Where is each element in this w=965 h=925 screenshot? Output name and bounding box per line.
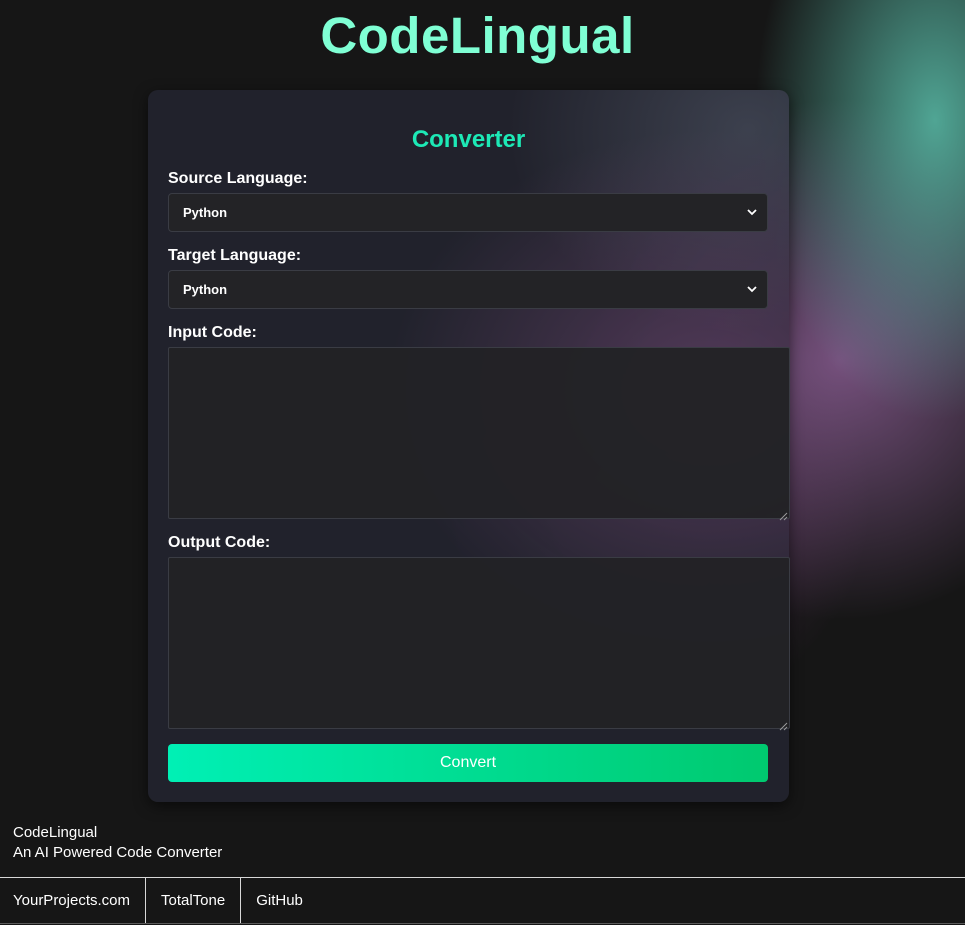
target-language-value: Python [183, 282, 228, 297]
resize-grip-icon[interactable] [779, 508, 788, 521]
footer-bottom-divider [0, 923, 965, 924]
input-code-label: Input Code: [168, 324, 257, 341]
target-language-label: Target Language: [168, 247, 302, 264]
source-language-select[interactable]: Python [168, 193, 768, 232]
chevron-down-icon [747, 208, 757, 218]
footer-nav: YourProjects.com TotalTone GitHub [0, 878, 318, 923]
source-language-value: Python [183, 205, 228, 220]
output-code-textarea[interactable] [168, 557, 790, 731]
footer-link-yourprojects[interactable]: YourProjects.com [0, 878, 146, 923]
footer-link-github[interactable]: GitHub [241, 878, 318, 923]
output-code-label: Output Code: [168, 534, 271, 551]
footer-tagline: An AI Powered Code Converter [13, 844, 223, 861]
footer-link-totaltone[interactable]: TotalTone [146, 878, 242, 923]
converter-card: Converter Source Language: Python Target… [148, 90, 790, 802]
app-title: CodeLingual [320, 7, 635, 64]
convert-button[interactable]: Convert [168, 744, 768, 782]
footer-brand: CodeLingual An AI Powered Code Converter [13, 823, 222, 863]
chevron-down-icon [747, 285, 757, 295]
footer-brand-name: CodeLingual [13, 824, 98, 841]
input-code-textarea[interactable] [168, 347, 790, 521]
converter-title: Converter [411, 126, 526, 153]
target-language-select[interactable]: Python [168, 270, 768, 309]
resize-grip-icon[interactable] [779, 718, 788, 731]
source-language-label: Source Language: [168, 170, 308, 187]
